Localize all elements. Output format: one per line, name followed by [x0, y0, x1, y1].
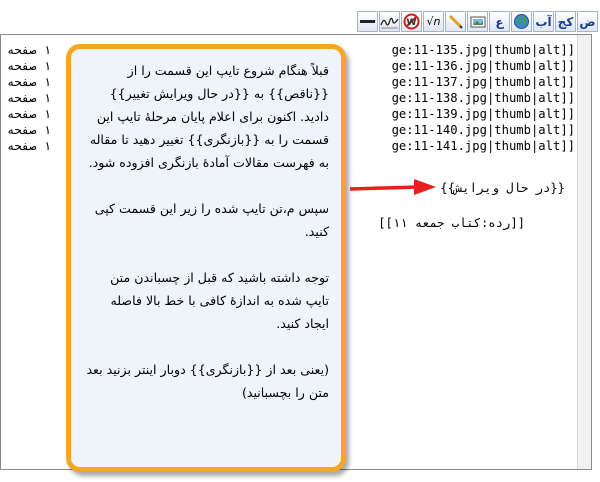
signature-icon	[380, 17, 399, 29]
page-count-line: ۱ صفحه	[7, 43, 52, 57]
image-line: ge:11-138.jpg|thumb|alt]]	[391, 91, 575, 105]
image-line: ge:11-136.jpg|thumb|alt]]	[391, 59, 575, 73]
nowiki-button[interactable]: W	[401, 11, 422, 32]
italic-button[interactable]: کج	[555, 11, 576, 32]
page-count-line: ۱ صفحه	[7, 107, 52, 121]
callout-paragraph: سپس م،تن تایپ شده را زیر این قسمت کپی کن…	[94, 201, 329, 239]
image-line: ge:11-135.jpg|thumb|alt]]	[391, 43, 575, 57]
signature-button[interactable]	[379, 11, 400, 32]
image-button[interactable]	[467, 11, 488, 32]
external-link-button[interactable]	[511, 11, 532, 32]
callout-paragraph: توجه داشته باشید که قبل از چسباندن متن ت…	[110, 270, 329, 331]
page-count-line: ۱ صفحه	[7, 91, 52, 105]
svg-text:W: W	[407, 18, 417, 28]
math-button[interactable]: √n	[423, 11, 444, 32]
image-line: ge:11-140.jpg|thumb|alt]]	[391, 123, 575, 137]
instruction-callout: قبلاً هنگام شروع تایپ این قسمت را از {{ن…	[66, 44, 346, 472]
no-wiki-icon: W	[403, 13, 420, 30]
in-progress-template-line: {{در حال ویرایش}}	[440, 181, 565, 195]
bold-button[interactable]: ض	[577, 11, 598, 32]
page-count-line: ۱ صفحه	[7, 123, 52, 137]
image-icon	[470, 16, 485, 27]
category-line: [[رده:کتاب جمعه ۱۱]]	[378, 216, 525, 230]
heading-button[interactable]: ع	[489, 11, 510, 32]
editor-scrollbar[interactable]	[577, 35, 591, 469]
media-button[interactable]	[445, 11, 466, 32]
image-line: ge:11-139.jpg|thumb|alt]]	[391, 107, 575, 121]
callout-paragraph: قبلاً هنگام شروع تایپ این قسمت را از {{ن…	[88, 63, 329, 170]
horizontal-line-icon	[360, 20, 375, 23]
page-count-line: ۱ صفحه	[7, 59, 52, 73]
edit-toolbar: ض کج آب ع √n W	[357, 11, 598, 33]
internal-link-button[interactable]: آب	[533, 11, 554, 32]
pencil-media-icon	[448, 14, 463, 29]
image-line: ge:11-137.jpg|thumb|alt]]	[391, 75, 575, 89]
image-line: ge:11-141.jpg|thumb|alt]]	[391, 139, 575, 153]
page-count-line: ۱ صفحه	[7, 139, 52, 153]
red-arrow-icon	[349, 179, 436, 195]
horizontal-line-button[interactable]	[357, 11, 378, 32]
globe-icon	[514, 14, 529, 29]
callout-paragraph: (یعنی بعد از {{بازنگری}} دوبار اینتر بزن…	[86, 362, 329, 400]
page-count-line: ۱ صفحه	[7, 75, 52, 89]
